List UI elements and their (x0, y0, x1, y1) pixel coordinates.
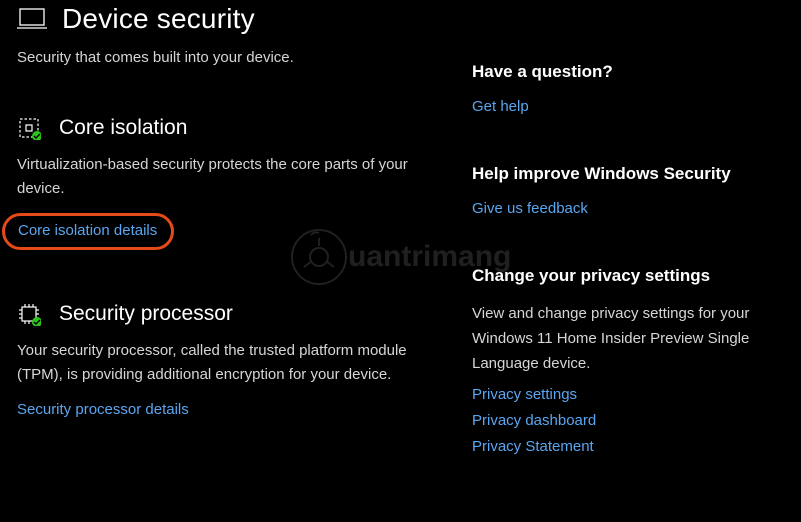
page-title: Device security (62, 3, 255, 35)
privacy-section: Change your privacy settings View and ch… (472, 266, 782, 455)
security-processor-details-link[interactable]: Security processor details (17, 401, 189, 418)
privacy-statement-link[interactable]: Privacy Statement (472, 438, 782, 455)
privacy-settings-link[interactable]: Privacy settings (472, 386, 782, 403)
privacy-dashboard-link[interactable]: Privacy dashboard (472, 412, 782, 429)
core-isolation-title: Core isolation (59, 116, 187, 140)
page-header: Device security (17, 3, 452, 35)
security-processor-desc: Your security processor, called the trus… (17, 339, 452, 387)
core-isolation-icon (17, 116, 41, 140)
privacy-desc: View and change privacy settings for you… (472, 302, 782, 376)
core-isolation-section: Core isolation Virtualization-based secu… (17, 116, 452, 250)
core-isolation-desc: Virtualization-based security protects t… (17, 153, 452, 201)
page-subtitle: Security that comes built into your devi… (17, 49, 452, 66)
question-title: Have a question? (472, 62, 782, 82)
security-processor-section: Security processor Your security process… (17, 302, 452, 419)
give-feedback-link[interactable]: Give us feedback (472, 200, 588, 217)
core-isolation-details-link[interactable]: Core isolation details (18, 222, 157, 239)
question-section: Have a question? Get help (472, 62, 782, 116)
improve-section: Help improve Windows Security Give us fe… (472, 164, 782, 218)
security-processor-title: Security processor (59, 302, 233, 326)
security-processor-icon (17, 302, 41, 326)
core-isolation-highlight: Core isolation details (2, 213, 174, 250)
device-icon (17, 7, 47, 31)
privacy-title: Change your privacy settings (472, 266, 782, 286)
improve-title: Help improve Windows Security (472, 164, 782, 184)
get-help-link[interactable]: Get help (472, 98, 529, 115)
